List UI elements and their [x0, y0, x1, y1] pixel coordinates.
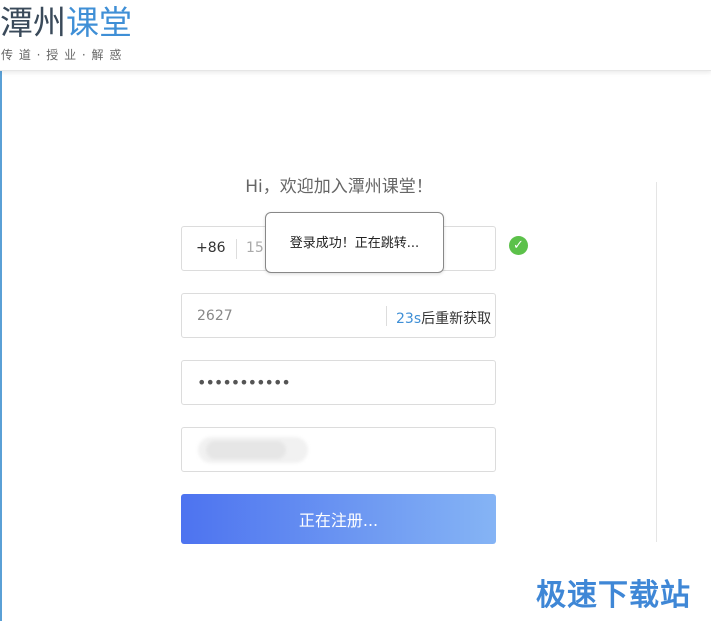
country-code-prefix[interactable]: +86 [196, 240, 226, 256]
code-divider [386, 306, 387, 326]
verification-code-field[interactable]: 2627 23s后重新获取 [181, 293, 496, 338]
resend-label: 后重新获取 [421, 311, 492, 327]
logo-title: 潭州课堂 [0, 4, 132, 42]
blurred-nickname [198, 437, 308, 463]
welcome-heading: Hi，欢迎加入潭州课堂！ [245, 177, 433, 197]
register-button[interactable]: 正在注册... [181, 494, 496, 544]
verification-code-value[interactable]: 2627 [197, 308, 233, 324]
watermark: 极速下载站 [536, 578, 691, 613]
password-input-value[interactable]: ••••••••••• [197, 373, 291, 392]
logo-subtitle: 传 道 · 授 业 · 解 惑 [1, 48, 123, 62]
prefix-divider [236, 239, 237, 259]
vertical-divider [656, 182, 657, 542]
login-success-toast: 登录成功！正在跳转... [265, 212, 444, 273]
resend-countdown: 23s [396, 311, 422, 327]
top-header: 潭州课堂 传 道 · 授 业 · 解 惑 [0, 0, 711, 71]
site-logo[interactable]: 潭州课堂 传 道 · 授 业 · 解 惑 [0, 4, 140, 64]
resend-code-button[interactable]: 23s后重新获取 [396, 308, 491, 328]
check-circle-icon: ✓ [509, 236, 528, 255]
password-field[interactable]: ••••••••••• [181, 360, 496, 405]
window-left-edge [0, 0, 2, 621]
nickname-field[interactable] [181, 427, 496, 472]
logo-title-part2: 课堂 [66, 3, 132, 42]
logo-title-part1: 潭州 [0, 3, 66, 42]
